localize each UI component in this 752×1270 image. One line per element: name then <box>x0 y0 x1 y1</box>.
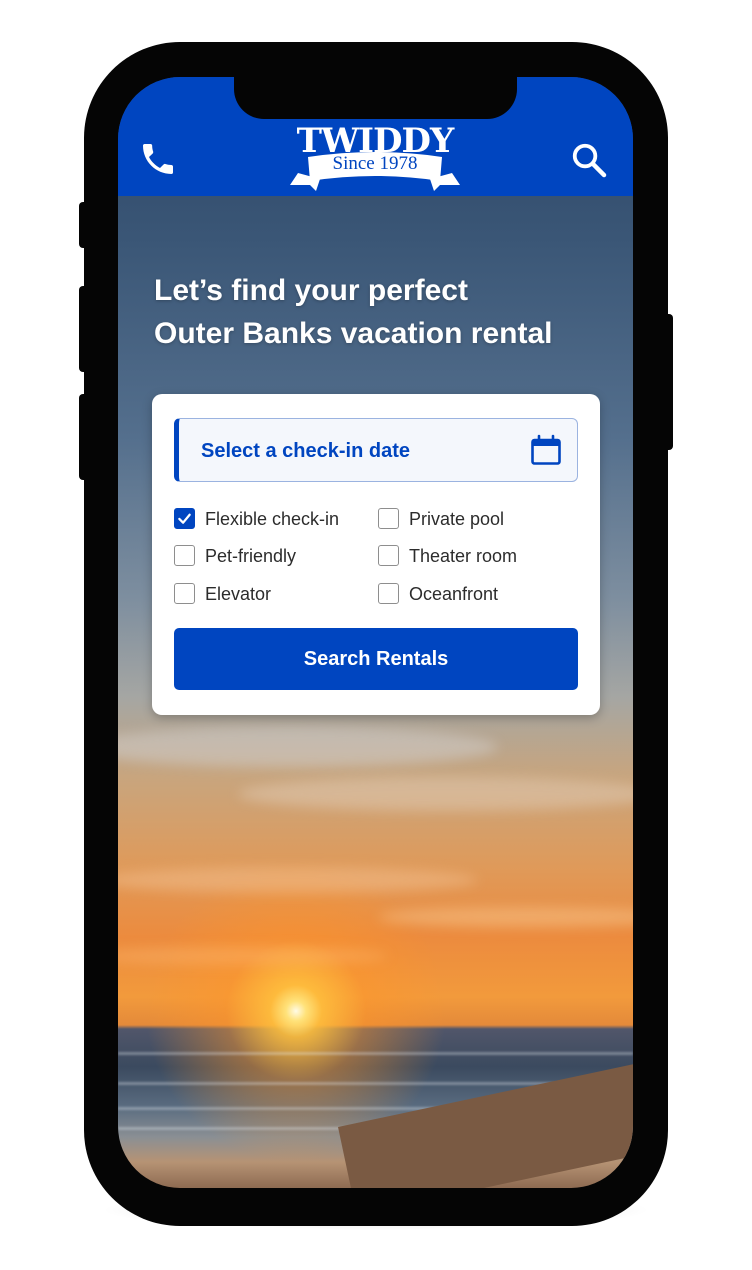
checkbox[interactable] <box>378 583 399 604</box>
cloud-streak <box>118 727 498 767</box>
cloud-streak <box>118 947 388 965</box>
headline-line: Let’s find your perfect <box>154 274 468 307</box>
headline-line: Outer Banks vacation rental <box>154 317 553 350</box>
page: TWIDDY Since 1978 Let’s find your perfec… <box>0 0 752 1270</box>
phone-icon[interactable] <box>138 139 178 179</box>
search-card: Select a check-in date Flexible check-in <box>152 394 600 715</box>
check-in-date-placeholder: Select a check-in date <box>201 440 410 462</box>
option-label: Private pool <box>409 509 505 529</box>
beach-sand <box>338 1039 633 1188</box>
checkmark-icon <box>178 513 191 524</box>
checkbox[interactable] <box>174 545 195 566</box>
checkbox[interactable] <box>378 545 399 566</box>
checkbox-checked[interactable] <box>174 508 195 529</box>
ocean-wave <box>118 1052 633 1055</box>
checkbox[interactable] <box>174 583 195 604</box>
phone-screen: TWIDDY Since 1978 Let’s find your perfec… <box>118 77 633 1188</box>
checkbox[interactable] <box>378 508 399 529</box>
option-label: Elevator <box>205 584 272 604</box>
cloud-streak <box>378 907 633 927</box>
phone-notch <box>234 77 517 119</box>
twiddy-logo[interactable]: TWIDDY Since 1978 <box>290 123 460 193</box>
hero-headline: Let’s find your perfect Outer Banks vaca… <box>154 269 594 355</box>
option-label: Theater room <box>409 546 518 566</box>
search-rentals-button[interactable]: Search Rentals <box>174 628 578 690</box>
site-header: TWIDDY Since 1978 <box>118 77 633 196</box>
search-icon[interactable] <box>570 141 608 179</box>
calendar-icon <box>531 434 561 465</box>
option-label: Flexible check-in <box>205 509 340 529</box>
cloud-streak <box>238 777 633 811</box>
cloud-streak <box>118 867 478 893</box>
option-label: Oceanfront <box>409 584 499 604</box>
logo-tagline: Since 1978 <box>332 153 418 174</box>
option-label: Pet-friendly <box>205 546 297 566</box>
check-in-date-field[interactable]: Select a check-in date <box>174 418 578 482</box>
